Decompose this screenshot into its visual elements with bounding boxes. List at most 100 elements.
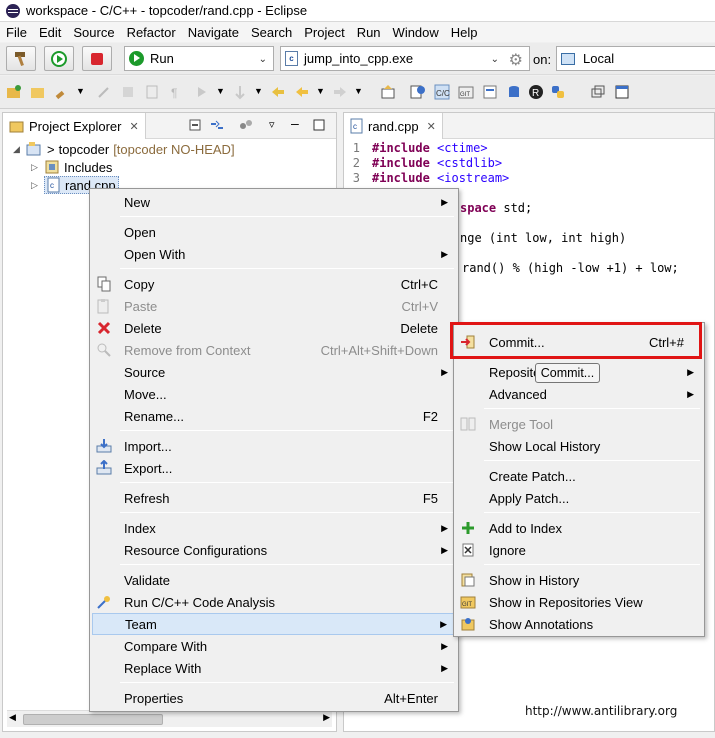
menu-item-source[interactable]: Source ▶ xyxy=(92,361,456,383)
link-editor-icon[interactable] xyxy=(209,119,225,133)
forward-icon[interactable] xyxy=(332,84,348,100)
python-icon[interactable] xyxy=(550,84,566,100)
gear-icon[interactable]: ⚙ xyxy=(509,50,523,70)
menu-refactor[interactable]: Refactor xyxy=(121,25,182,40)
launch-icon xyxy=(51,50,67,67)
last-edit-icon[interactable] xyxy=(270,84,286,100)
maximize-icon[interactable] xyxy=(614,84,630,100)
menu-item-run-code-analysis[interactable]: Run C/C++ Code Analysis xyxy=(92,591,456,613)
menu-item-show-in-repositories-view[interactable]: GIT Show in Repositories View xyxy=(456,591,702,613)
menu-item-validate[interactable]: Validate xyxy=(92,569,456,591)
open-folder-icon[interactable] xyxy=(30,84,46,100)
svn-perspective-icon[interactable] xyxy=(482,84,498,100)
cpp-file-icon: c xyxy=(285,51,298,66)
menu-item-compare-with[interactable]: Compare With ▶ xyxy=(92,635,456,657)
export-icon xyxy=(96,460,112,475)
menu-window[interactable]: Window xyxy=(387,25,445,40)
stop-button[interactable] xyxy=(82,46,112,71)
menu-project[interactable]: Project xyxy=(298,25,350,40)
line-number: 1 xyxy=(352,141,360,155)
menu-item-show-local-history[interactable]: Show Local History xyxy=(456,435,702,457)
svg-text:GIT: GIT xyxy=(460,92,470,98)
build-button[interactable] xyxy=(6,46,36,71)
restore-icon[interactable] xyxy=(590,84,606,100)
menu-separator xyxy=(120,512,454,513)
launch-config-select[interactable]: c jump_into_cpp.exe ⌄ ⚙ xyxy=(280,46,530,71)
scroll-left-icon[interactable]: ◀ xyxy=(9,712,16,723)
build-all-icon xyxy=(123,87,133,97)
menu-item-open-with[interactable]: Open With ▶ xyxy=(92,243,456,265)
menu-source[interactable]: Source xyxy=(67,25,120,40)
svg-text:c: c xyxy=(353,122,357,131)
tab-rand-cpp[interactable]: c rand.cpp ✕ xyxy=(344,113,443,139)
menu-item-delete[interactable]: Delete Delete xyxy=(92,317,456,339)
add-icon xyxy=(462,522,474,534)
menu-item-copy[interactable]: Copy Ctrl+C xyxy=(92,273,456,295)
menu-item-show-annotations[interactable]: Show Annotations xyxy=(456,613,702,635)
tab-project-explorer[interactable]: Project Explorer ✕ xyxy=(3,113,146,139)
explorer-hscrollbar[interactable]: ◀ ▶ xyxy=(7,710,332,727)
menu-help[interactable]: Help xyxy=(445,25,484,40)
tree-item-project[interactable]: ◢ > topcoder [topcoder NO-HEAD] xyxy=(13,140,235,158)
launch-button[interactable] xyxy=(44,46,74,71)
menu-item-team[interactable]: Team ▶ xyxy=(92,613,456,635)
brush-icon[interactable] xyxy=(54,84,70,100)
menu-file[interactable]: File xyxy=(0,25,33,40)
menu-item-export[interactable]: Export... xyxy=(92,457,456,479)
menu-item-properties[interactable]: Properties Alt+Enter xyxy=(92,687,456,709)
menu-item-show-in-history[interactable]: Show in History xyxy=(456,569,702,591)
prev-annotation-icon[interactable] xyxy=(232,84,248,100)
collapse-all-icon[interactable] xyxy=(189,119,203,133)
menu-item-open[interactable]: Open xyxy=(92,221,456,243)
launch-target-select[interactable]: Local xyxy=(556,46,715,71)
launch-mode-select[interactable]: Run ⌄ xyxy=(124,46,274,71)
close-icon[interactable]: ✕ xyxy=(427,120,436,133)
view-menu-icon[interactable]: ▿ xyxy=(269,118,275,131)
expand-arrow-icon[interactable]: ▷ xyxy=(31,180,41,191)
expand-arrow-icon[interactable]: ▷ xyxy=(31,162,41,173)
next-annotation-icon[interactable] xyxy=(194,84,210,100)
menu-item-advanced[interactable]: Advanced ▶ xyxy=(456,383,702,405)
cpp-perspective-icon[interactable] xyxy=(410,84,426,100)
new-folder-icon[interactable] xyxy=(6,84,22,100)
minimize-icon[interactable]: – xyxy=(291,115,299,131)
menu-item-paste[interactable]: Paste Ctrl+V xyxy=(92,295,456,317)
menu-item-add-to-index[interactable]: Add to Index xyxy=(456,517,702,539)
menu-item-remove-from-context[interactable]: Remove from Context Ctrl+Alt+Shift+Down xyxy=(92,339,456,361)
menu-navigate[interactable]: Navigate xyxy=(182,25,245,40)
menu-item-index[interactable]: Index ▶ xyxy=(92,517,456,539)
menu-item-rename[interactable]: Rename... F2 xyxy=(92,405,456,427)
git-perspective-icon[interactable]: GIT xyxy=(458,84,474,100)
menu-run[interactable]: Run xyxy=(351,25,387,40)
scroll-right-icon[interactable]: ▶ xyxy=(323,712,330,723)
menu-item-ignore[interactable]: Ignore xyxy=(456,539,702,561)
menu-search[interactable]: Search xyxy=(245,25,298,40)
menu-edit[interactable]: Edit xyxy=(33,25,67,40)
menu-item-merge-tool[interactable]: Merge Tool xyxy=(456,413,702,435)
back-icon[interactable] xyxy=(294,84,310,100)
tree-item-includes[interactable]: ▷ Includes xyxy=(31,158,112,176)
chevron-down-icon[interactable]: ▼ xyxy=(216,86,225,96)
close-icon[interactable]: ✕ xyxy=(129,120,138,133)
chevron-down-icon[interactable]: ▼ xyxy=(354,86,363,96)
menu-item-replace-with[interactable]: Replace With ▶ xyxy=(92,657,456,679)
menu-item-create-patch[interactable]: Create Patch... xyxy=(456,465,702,487)
menu-item-move[interactable]: Move... xyxy=(92,383,456,405)
menu-item-import[interactable]: Import... xyxy=(92,435,456,457)
chevron-down-icon[interactable]: ▼ xyxy=(316,86,325,96)
database-icon[interactable] xyxy=(506,84,522,100)
menu-item-resource-configurations[interactable]: Resource Configurations ▶ xyxy=(92,539,456,561)
chevron-down-icon[interactable]: ▼ xyxy=(76,86,85,96)
pin-editor-icon[interactable] xyxy=(380,84,396,100)
menu-item-new[interactable]: New ▶ xyxy=(92,191,456,213)
main-toolbar: ▼ ¶ ▼ ▼ ▼ ▼ C/C GIT R xyxy=(0,76,715,109)
maximize-view-icon[interactable] xyxy=(313,119,325,131)
menu-item-refresh[interactable]: Refresh F5 xyxy=(92,487,456,509)
menu-item-apply-patch[interactable]: Apply Patch... xyxy=(456,487,702,509)
chevron-down-icon[interactable]: ▼ xyxy=(254,86,263,96)
cc-perspective-icon[interactable]: C/C xyxy=(434,84,450,100)
scrollbar-thumb[interactable] xyxy=(23,714,163,725)
filter-icon[interactable] xyxy=(239,119,253,133)
collapse-arrow-icon[interactable]: ◢ xyxy=(13,144,23,155)
r-perspective-icon[interactable]: R xyxy=(528,84,544,100)
